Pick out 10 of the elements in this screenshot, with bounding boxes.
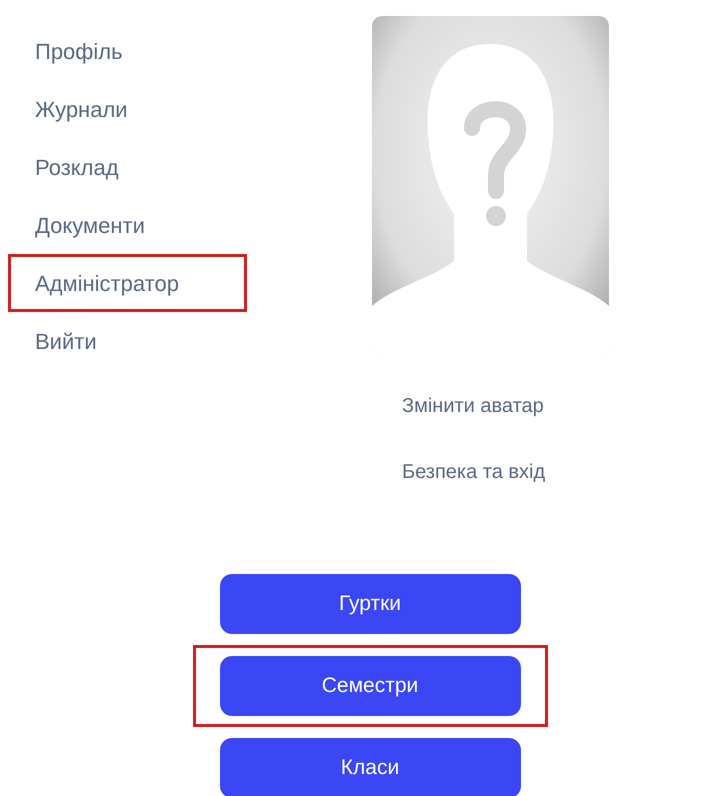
menu-link[interactable]: Вийти xyxy=(35,324,97,358)
menu-link[interactable]: Документи xyxy=(35,208,145,242)
menu-link[interactable]: Журнали xyxy=(35,92,128,126)
profile-link[interactable]: Безпека та вхід xyxy=(402,457,609,487)
admin-button[interactable]: Класи xyxy=(220,738,520,796)
admin-button[interactable]: Гуртки xyxy=(220,574,520,634)
menu-link[interactable]: Профіль xyxy=(35,34,123,68)
profile-link[interactable]: Змінити аватар xyxy=(402,391,609,421)
menu-link[interactable]: Розклад xyxy=(35,150,119,184)
admin-button[interactable]: Семестри xyxy=(220,656,520,716)
